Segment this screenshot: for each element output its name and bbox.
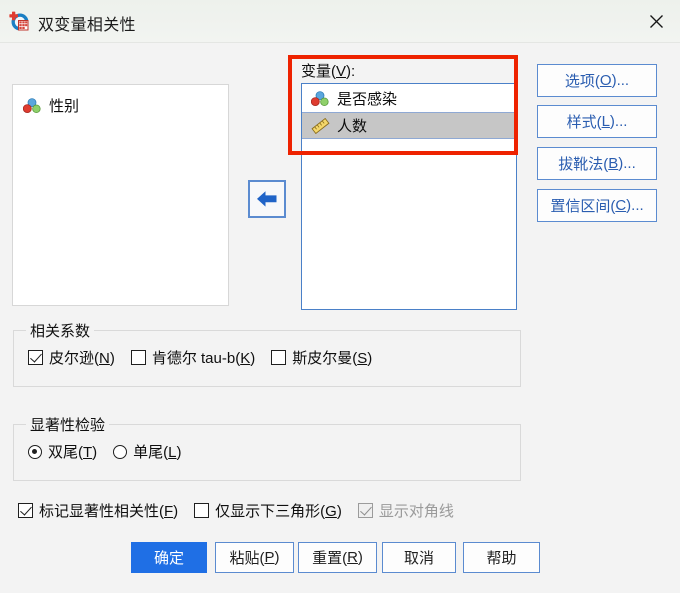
two-tailed-label: 双尾(T) bbox=[48, 444, 98, 461]
flag-significant-correlations-checkbox[interactable] bbox=[18, 503, 33, 518]
list-item-label: 性别 bbox=[49, 98, 80, 115]
help-button-main: 帮助 bbox=[486, 550, 517, 567]
bootstrap-button-key: B bbox=[608, 155, 619, 172]
significance-test-group: 显著性检验 双尾(T) 单尾(L) bbox=[13, 414, 521, 481]
bottom-options-row: 标记显著性相关性(F) 仅显示下三角形(G) 显示对角线 bbox=[18, 500, 470, 521]
cancel-button[interactable]: 取消 bbox=[382, 542, 456, 573]
options-button-main: 选项( bbox=[564, 73, 600, 90]
style-button-main: 样式( bbox=[566, 114, 602, 131]
show-diagonal-checkbox bbox=[357, 503, 373, 518]
options-button-tail: )... bbox=[611, 72, 630, 89]
title-bar: 双变量相关性 bbox=[0, 0, 680, 43]
spearman-label: 斯皮尔曼(S) bbox=[292, 350, 373, 367]
source-variable-list[interactable]: 性别 bbox=[12, 84, 229, 306]
bootstrap-button-tail: )... bbox=[618, 155, 636, 172]
bootstrap-button[interactable]: 拔靴法(B)... bbox=[537, 147, 657, 180]
show-lower-triangle-only-checkbox[interactable] bbox=[194, 503, 210, 518]
kendall-tau-b-checkbox[interactable] bbox=[130, 350, 146, 365]
ok-button-main: 确定 bbox=[153, 550, 184, 567]
confidence-interval-button-tail: )... bbox=[626, 197, 644, 214]
reset-button[interactable]: 重置(R) bbox=[298, 542, 377, 573]
paste-button[interactable]: 粘贴(P) bbox=[215, 542, 294, 573]
bootstrap-button-main: 拔靴法( bbox=[558, 156, 609, 173]
pearson-label: 皮尔逊(N) bbox=[49, 350, 115, 367]
confidence-interval-button-main: 置信区间( bbox=[550, 198, 616, 215]
correlation-coefficients-group: 相关系数 皮尔逊(N) 肯德尔 tau-b(K) 斯皮尔曼(S) bbox=[13, 320, 521, 387]
nominal-variable-icon bbox=[22, 97, 42, 114]
flag-significant-correlations-label: 标记显著性相关性(F) bbox=[39, 503, 179, 520]
target-variable-list[interactable]: 是否感染 人数 bbox=[301, 83, 517, 310]
show-lower-triangle-only-label: 仅显示下三角形(G) bbox=[215, 503, 342, 520]
nominal-variable-icon bbox=[310, 90, 330, 107]
bivariate-correlations-dialog: 双变量相关性 性别 变量(V): 是否感染 人数 选项(O)... 样式(… bbox=[0, 0, 680, 593]
one-tailed-label: 单尾(L) bbox=[133, 444, 182, 461]
kendall-tau-b-label: 肯德尔 tau-b(K) bbox=[151, 350, 256, 367]
significance-test-title: 显著性检验 bbox=[26, 414, 110, 435]
pearson-checkbox[interactable] bbox=[28, 350, 43, 365]
list-item[interactable]: 性别 bbox=[19, 93, 228, 118]
cancel-button-main: 取消 bbox=[403, 550, 434, 567]
list-item-label: 人数 bbox=[337, 118, 368, 135]
options-button[interactable]: 选项(O)... bbox=[537, 64, 657, 97]
help-button[interactable]: 帮助 bbox=[463, 542, 540, 573]
list-item[interactable]: 人数 bbox=[302, 112, 516, 139]
spearman-checkbox[interactable] bbox=[271, 350, 287, 365]
variables-label-main: 变量( bbox=[301, 63, 336, 80]
list-item[interactable]: 是否感染 bbox=[307, 85, 516, 112]
variables-label-key: V bbox=[336, 63, 347, 80]
scale-variable-icon bbox=[311, 117, 330, 134]
style-button[interactable]: 样式(L)... bbox=[537, 105, 657, 138]
confidence-interval-button[interactable]: 置信区间(C)... bbox=[537, 189, 657, 222]
correlation-coefficients-title: 相关系数 bbox=[26, 320, 95, 341]
options-button-key: O bbox=[599, 72, 612, 89]
style-button-tail: )... bbox=[609, 113, 628, 130]
paste-button-main: 粘贴( bbox=[229, 550, 265, 567]
reset-button-main: 重置( bbox=[312, 550, 348, 567]
window-title: 双变量相关性 bbox=[38, 17, 136, 34]
spss-correlation-icon bbox=[9, 11, 30, 32]
close-button[interactable] bbox=[632, 0, 680, 42]
variables-label: 变量(V): bbox=[301, 60, 355, 81]
show-diagonal-label: 显示对角线 bbox=[378, 503, 454, 520]
style-button-key: L bbox=[601, 113, 610, 130]
close-icon bbox=[649, 14, 663, 28]
variables-label-tail: ): bbox=[346, 63, 356, 80]
one-tailed-radio[interactable] bbox=[113, 444, 128, 459]
move-variable-button[interactable] bbox=[248, 180, 286, 218]
ok-button[interactable]: 确定 bbox=[131, 542, 207, 573]
arrow-left-icon bbox=[257, 191, 277, 207]
confidence-interval-button-key: C bbox=[615, 197, 627, 214]
two-tailed-radio[interactable] bbox=[28, 444, 42, 459]
list-item-label: 是否感染 bbox=[337, 91, 398, 108]
